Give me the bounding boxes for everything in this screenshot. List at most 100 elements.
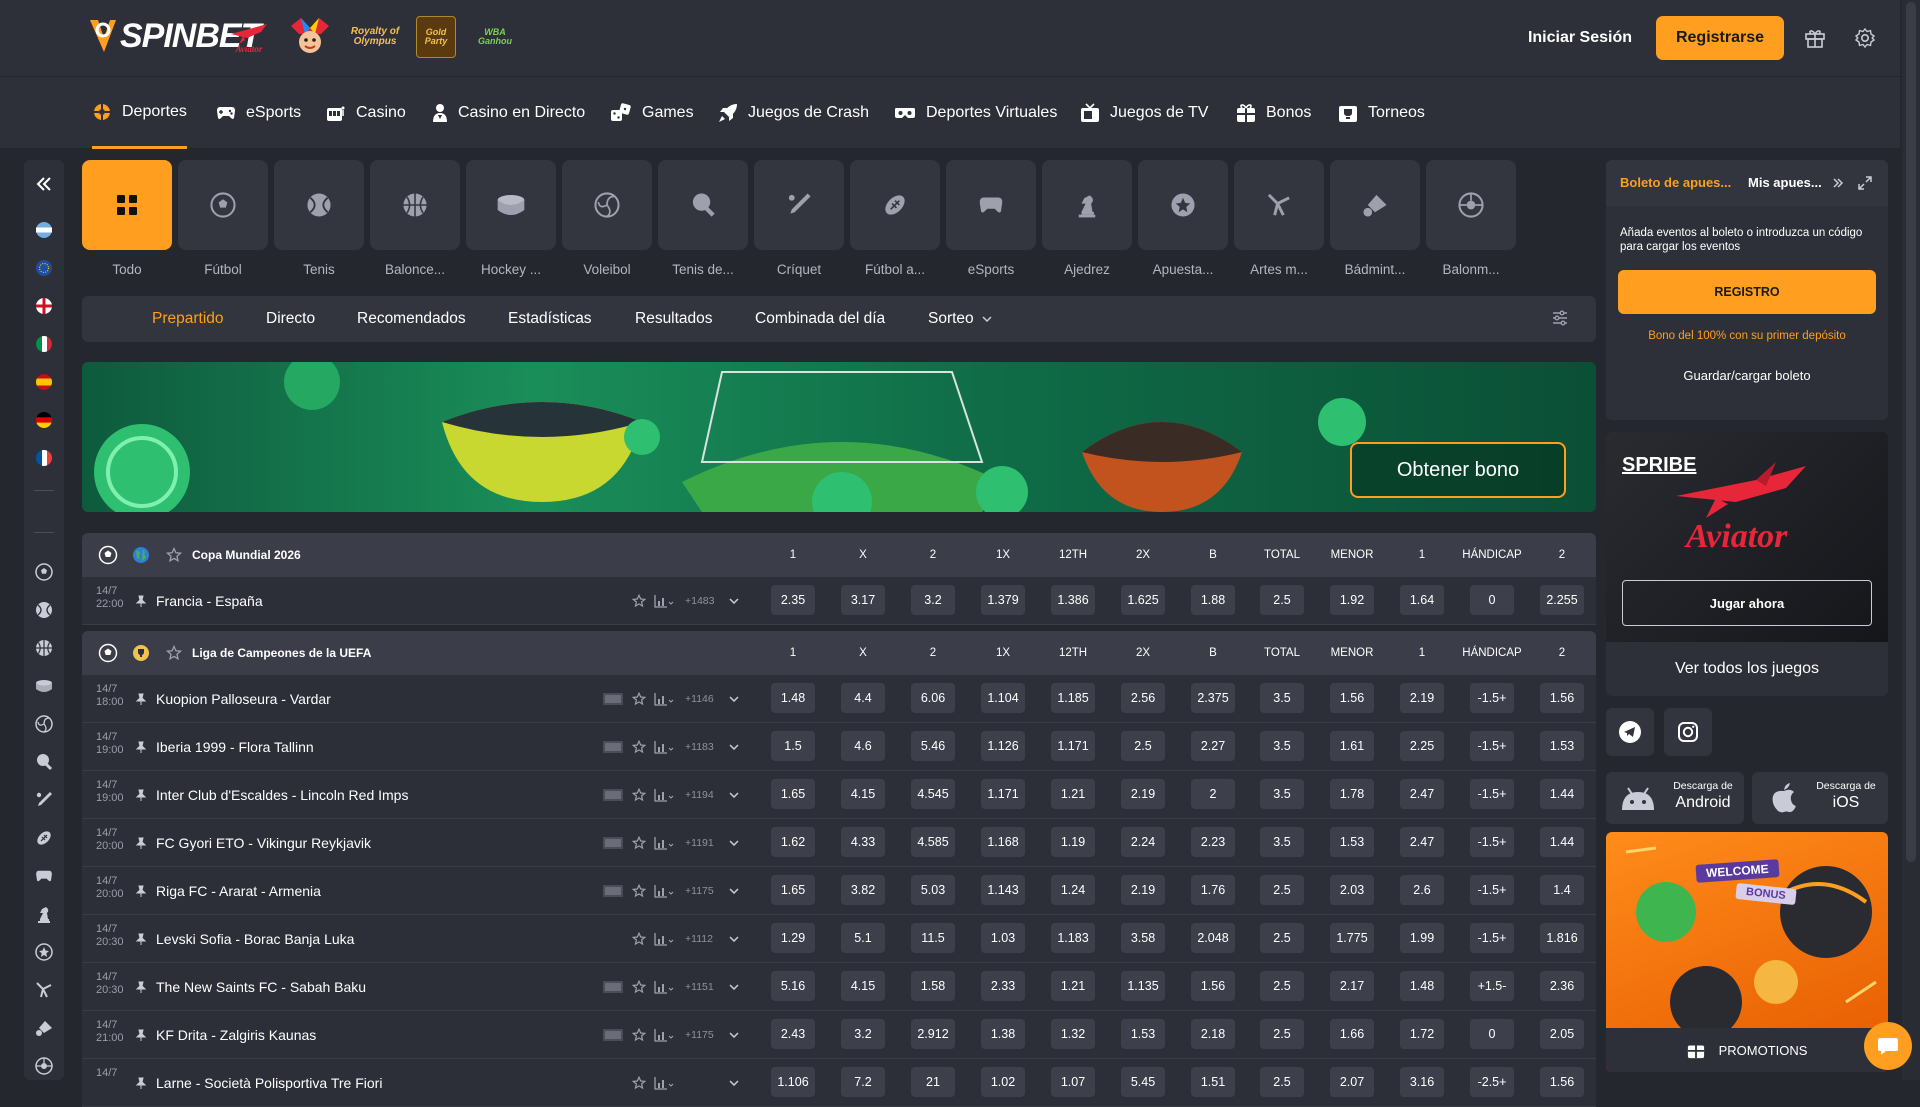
league-header[interactable]: Copa Mundial 2026 1 X 2 1X 12TH 2X B TOTAL MENOR 1… (82, 533, 1596, 577)
stats-chart-icon[interactable] (654, 836, 674, 850)
odds-cell[interactable]: 1.171 (1051, 731, 1095, 761)
nav-esports[interactable]: eSports (216, 77, 301, 149)
odds-cell[interactable]: 4.585 (911, 827, 955, 857)
stats-chart-icon[interactable] (654, 692, 674, 706)
match-teams[interactable]: Levski Sofia - Borac Banja Luka (156, 915, 354, 963)
odds-cell[interactable]: 1.76 (1191, 875, 1235, 905)
odds-cell[interactable]: 1.48 (771, 683, 815, 713)
odds-cell[interactable]: 2.375 (1191, 683, 1235, 713)
tab-combinada-del-dia[interactable]: Combinada del día (755, 296, 885, 342)
chevron-down-icon[interactable] (729, 696, 739, 702)
league-name[interactable]: Liga de Campeones de la UEFA (192, 631, 371, 675)
favorite-star-icon[interactable] (632, 932, 646, 946)
favorite-star-icon[interactable] (632, 788, 646, 802)
odds-cell[interactable]: 1.21 (1051, 779, 1095, 809)
favorite-star-icon[interactable] (166, 645, 182, 661)
filter-settings-icon[interactable] (1552, 310, 1568, 326)
gamepad-icon[interactable] (34, 866, 54, 886)
pin-icon[interactable] (136, 693, 146, 705)
tab-resultados[interactable]: Resultados (635, 296, 713, 342)
chevron-down-icon[interactable] (729, 792, 739, 798)
odds-cell[interactable]: -1.5+ (1470, 827, 1514, 857)
odds-cell[interactable]: 2.6 (1400, 875, 1444, 905)
odds-cell[interactable]: 2.43 (771, 1019, 815, 1049)
pin-icon[interactable] (136, 789, 146, 801)
chat-button[interactable] (1864, 1022, 1912, 1070)
match-row[interactable]: 14/7 19:00 Inter Club d'Escaldes - Lincoln… (82, 771, 1596, 819)
odds-cell[interactable]: 2.25 (1400, 731, 1444, 761)
odds-cell[interactable]: 2.07 (1330, 1067, 1374, 1097)
odds-cell[interactable]: 1.62 (771, 827, 815, 857)
match-row[interactable]: 14/7 20:00 FC Gyori ETO - Vikingur Reykjav… (82, 819, 1596, 867)
match-teams[interactable]: The New Saints FC - Sabah Baku (156, 963, 366, 1011)
chevron-down-icon[interactable] (729, 840, 739, 846)
odds-cell[interactable]: 1.19 (1051, 827, 1095, 857)
pin-icon[interactable] (136, 1077, 146, 1089)
odds-cell[interactable]: 2.27 (1191, 731, 1235, 761)
stats-chart-icon[interactable] (654, 740, 674, 754)
odds-cell[interactable]: 2.19 (1400, 683, 1444, 713)
odds-cell[interactable]: 21 (911, 1067, 955, 1097)
tab-recomendados[interactable]: Recomendados (357, 296, 466, 342)
live-stream-icon[interactable] (602, 980, 624, 994)
odds-cell[interactable]: 4.545 (911, 779, 955, 809)
live-stream-icon[interactable] (602, 1028, 624, 1042)
get-bonus-button[interactable]: Obtener bono (1350, 442, 1566, 498)
pin-icon[interactable] (136, 1029, 146, 1041)
sport-tile-balonmano[interactable]: Balonm... (1426, 160, 1516, 284)
italy-flag-icon[interactable] (34, 334, 54, 354)
chevron-down-icon[interactable] (729, 1032, 739, 1038)
odds-cell[interactable]: 4.15 (841, 779, 885, 809)
odds-cell[interactable]: 2.5 (1260, 1067, 1304, 1097)
odds-cell[interactable]: 1.106 (771, 1067, 815, 1097)
wba-promo-icon[interactable]: WBA Ganhou (470, 16, 520, 58)
favorite-star-icon[interactable] (632, 836, 646, 850)
nav-bonos[interactable]: Bonos (1236, 77, 1311, 149)
match-teams[interactable]: Iberia 1999 - Flora Tallinn (156, 723, 314, 771)
nav-deportes[interactable]: Deportes (92, 77, 187, 149)
stats-chart-icon[interactable] (654, 1076, 674, 1090)
odds-cell[interactable]: 1.625 (1121, 585, 1165, 615)
match-row[interactable]: 14/7 19:00 Iberia 1999 - Flora Tallinn +118… (82, 723, 1596, 771)
odds-cell[interactable]: 2.56 (1121, 683, 1165, 713)
odds-cell[interactable]: 1.24 (1051, 875, 1095, 905)
odds-cell[interactable]: 1.56 (1540, 683, 1584, 713)
odds-cell[interactable]: 1.92 (1330, 585, 1374, 615)
odds-cell[interactable]: -1.5+ (1470, 875, 1514, 905)
league-header[interactable]: Liga de Campeones de la UEFA 1 X 2 1X 12TH 2X B… (82, 631, 1596, 675)
sport-tile-hockey[interactable]: Hockey ... (466, 160, 556, 284)
odds-cell[interactable]: 1.168 (981, 827, 1025, 857)
odds-cell[interactable]: 2.24 (1121, 827, 1165, 857)
match-row[interactable]: 14/7 22:00 Francia - España +1483 2.35 3.17 3.… (82, 577, 1596, 625)
more-markets-count[interactable]: +1112 (685, 915, 721, 963)
pin-icon[interactable] (136, 981, 146, 993)
royalty-promo-icon[interactable]: Royalty of Olympus (348, 16, 402, 58)
odds-cell[interactable]: 1.386 (1051, 585, 1095, 615)
odds-cell[interactable]: -1.5+ (1470, 731, 1514, 761)
favorite-star-icon[interactable] (632, 1028, 646, 1042)
nav-juegos-de-crash[interactable]: Juegos de Crash (718, 77, 869, 149)
sport-tile-tenis[interactable]: Tenis (274, 160, 364, 284)
chevron-down-icon[interactable] (729, 598, 739, 604)
tennis-ball-icon[interactable] (34, 600, 54, 620)
odds-cell[interactable]: 1.185 (1051, 683, 1095, 713)
sport-tile-criquet[interactable]: Críquet (754, 160, 844, 284)
live-stream-icon[interactable] (602, 836, 624, 850)
odds-cell[interactable]: 2.33 (981, 971, 1025, 1001)
odds-cell[interactable]: 1.72 (1400, 1019, 1444, 1049)
more-markets-count[interactable]: +1175 (685, 1011, 721, 1059)
promotions-footer[interactable]: PROMOTIONS (1606, 1028, 1888, 1072)
odds-cell[interactable]: 1.183 (1051, 923, 1095, 953)
american-football-icon[interactable] (34, 828, 54, 848)
soccer-ball-icon[interactable] (34, 562, 54, 582)
sport-tile-apuestas-especiales[interactable]: Apuesta... (1138, 160, 1228, 284)
live-stream-icon[interactable] (602, 692, 624, 706)
scrollbar-thumb[interactable] (1906, 2, 1916, 862)
favorite-star-icon[interactable] (632, 980, 646, 994)
odds-cell[interactable]: -2.5+ (1470, 1067, 1514, 1097)
odds-cell[interactable]: 2.5 (1121, 731, 1165, 761)
odds-cell[interactable]: 1.171 (981, 779, 1025, 809)
sport-tile-todo[interactable]: Todo (82, 160, 172, 284)
odds-cell[interactable]: 1.99 (1400, 923, 1444, 953)
expand-icon[interactable] (1858, 176, 1872, 190)
